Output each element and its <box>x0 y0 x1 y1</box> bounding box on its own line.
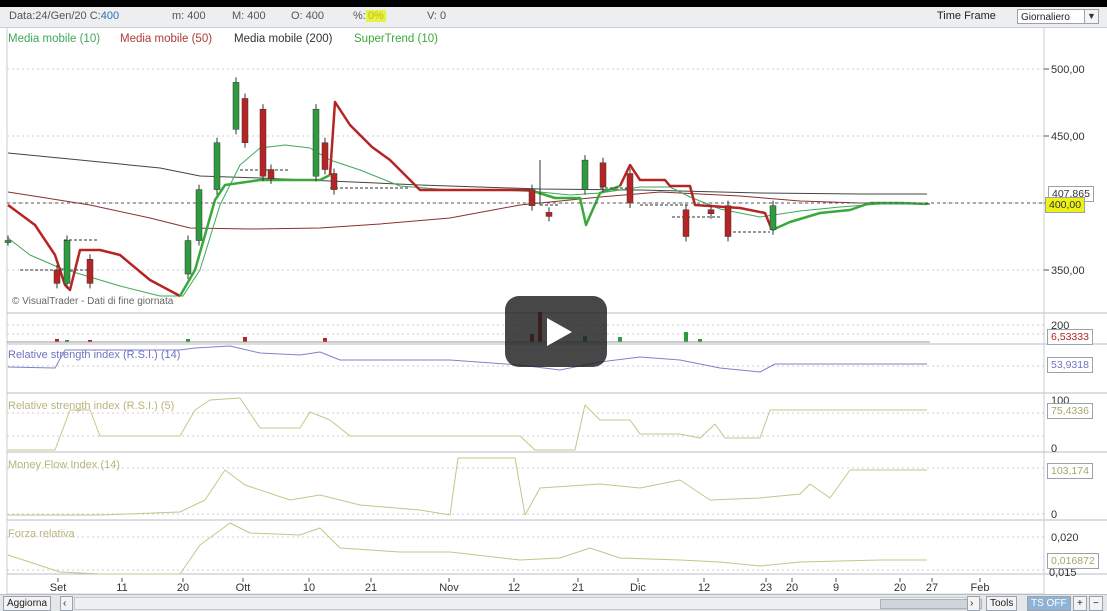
candle-down <box>707 209 715 214</box>
rsi5-axis-bottom: 0 <box>1051 443 1057 455</box>
candle-down <box>682 209 690 237</box>
candle-down <box>545 212 553 217</box>
candle-up <box>195 189 203 241</box>
candle-down <box>86 259 94 284</box>
date-axis-label: 21 <box>572 582 584 594</box>
candle-up <box>312 108 320 177</box>
candle-up <box>4 240 12 243</box>
date-axis-label: 20 <box>786 582 798 594</box>
ts-off-button[interactable]: TS OFF <box>1027 596 1071 611</box>
date-axis-label: 11 <box>116 582 127 594</box>
last-price-tag: 400,00 <box>1045 197 1086 213</box>
date-axis-label: Nov <box>439 582 459 594</box>
candle-down <box>259 108 267 177</box>
candle-up <box>581 159 589 190</box>
forza-line <box>7 522 927 575</box>
candle-down <box>724 205 732 237</box>
candle-up <box>63 240 71 284</box>
mfi-axis-bottom: 0 <box>1051 509 1057 521</box>
refresh-button[interactable]: Aggiorna <box>3 596 52 611</box>
candle-down <box>267 169 275 180</box>
price-axis-label: 500,00 <box>1051 64 1085 76</box>
volume-bar <box>618 337 622 342</box>
date-axis-label: 23 <box>760 582 772 594</box>
volume-bar <box>684 332 688 342</box>
volume-bar <box>323 338 327 342</box>
copyright-note: © VisualTrader - Dati di fine giornata <box>12 296 174 307</box>
play-icon <box>547 318 572 346</box>
candle-up <box>232 82 240 130</box>
supertrend-down-segment <box>328 100 530 192</box>
mfi-value-tag: 103,174 <box>1047 463 1093 479</box>
date-axis-label: 12 <box>508 582 520 594</box>
mfi-title: Money Flow Index (14) <box>8 459 120 471</box>
zoom-in-button[interactable]: + <box>1073 596 1087 611</box>
rsi14-title: Relative strength index (R.S.I.) (14) <box>8 349 181 361</box>
date-axis-label: Set <box>50 582 67 594</box>
date-axis-label: 10 <box>303 582 315 594</box>
quote-info-bar: Data:24/Gen/20 C:400 m: 400 M: 400 O: 40… <box>0 7 1107 28</box>
window-top-strip <box>0 0 1107 7</box>
candle-down <box>330 173 338 190</box>
volume-readout: V: 0 <box>427 10 447 22</box>
rsi5-title: Relative strength index (R.S.I.) (5) <box>8 400 175 412</box>
time-frame-dropdown-arrow[interactable]: ▼ <box>1084 9 1099 24</box>
ma10-line <box>7 144 927 297</box>
date-axis-label: 12 <box>698 582 710 594</box>
volume-value-tag: 6,53333 <box>1047 329 1093 345</box>
date-axis-label: 21 <box>365 582 377 594</box>
date-axis-label: 9 <box>833 582 839 594</box>
candle-up <box>213 142 221 190</box>
supertrend-up-segment <box>771 201 928 232</box>
forza-axis-top: 0,020 <box>1051 532 1079 544</box>
date-axis-label: Dic <box>630 582 646 594</box>
bottom-toolbar: Aggiorna ‹ › Tools TS OFF + − <box>0 594 1107 611</box>
candle-down <box>241 98 249 143</box>
price-axis-label: 350,00 <box>1051 265 1085 277</box>
candle-up <box>769 205 777 231</box>
candle-up <box>184 240 192 275</box>
candle-down <box>626 173 634 204</box>
rsi14-value-tag: 53,9318 <box>1047 357 1093 373</box>
candle-down <box>599 162 607 188</box>
mfi-line <box>8 457 927 516</box>
date-axis-label: 20 <box>177 582 189 594</box>
scroll-left-button[interactable]: ‹ <box>60 596 73 611</box>
time-frame-select[interactable]: Giornaliero <box>1017 9 1085 24</box>
tools-button[interactable]: Tools <box>986 596 1018 611</box>
ma200-line <box>7 152 927 195</box>
candle-down <box>321 142 329 170</box>
supertrend-down-segment <box>618 163 774 231</box>
min-readout: m: 400 <box>172 10 206 22</box>
max-readout: M: 400 <box>232 10 266 22</box>
rsi5-value-tag: 75,4336 <box>1047 403 1093 419</box>
volume-bar <box>243 337 247 342</box>
candle-down <box>53 269 61 284</box>
pct-readout: %: 0% <box>353 10 386 22</box>
date-axis-label: 20 <box>894 582 906 594</box>
forza-title: Forza relativa <box>8 528 75 540</box>
scroll-right-button[interactable]: › <box>967 596 980 611</box>
video-play-button[interactable] <box>505 296 607 367</box>
forza-value-tag: 0,016872 <box>1047 553 1099 569</box>
supertrend-up-segment <box>178 173 331 297</box>
horizontal-scrollbar[interactable] <box>74 597 982 610</box>
price-axis-label: 450,00 <box>1051 131 1085 143</box>
date-readout: Data:24/Gen/20 C:400 <box>9 10 120 22</box>
open-readout: O: 400 <box>291 10 325 22</box>
date-axis-label: Feb <box>971 582 990 594</box>
date-axis-label: Ott <box>236 582 251 594</box>
zoom-out-button[interactable]: − <box>1089 596 1103 611</box>
date-axis-label: 27 <box>926 582 938 594</box>
time-frame-label: Time Frame <box>937 10 996 22</box>
